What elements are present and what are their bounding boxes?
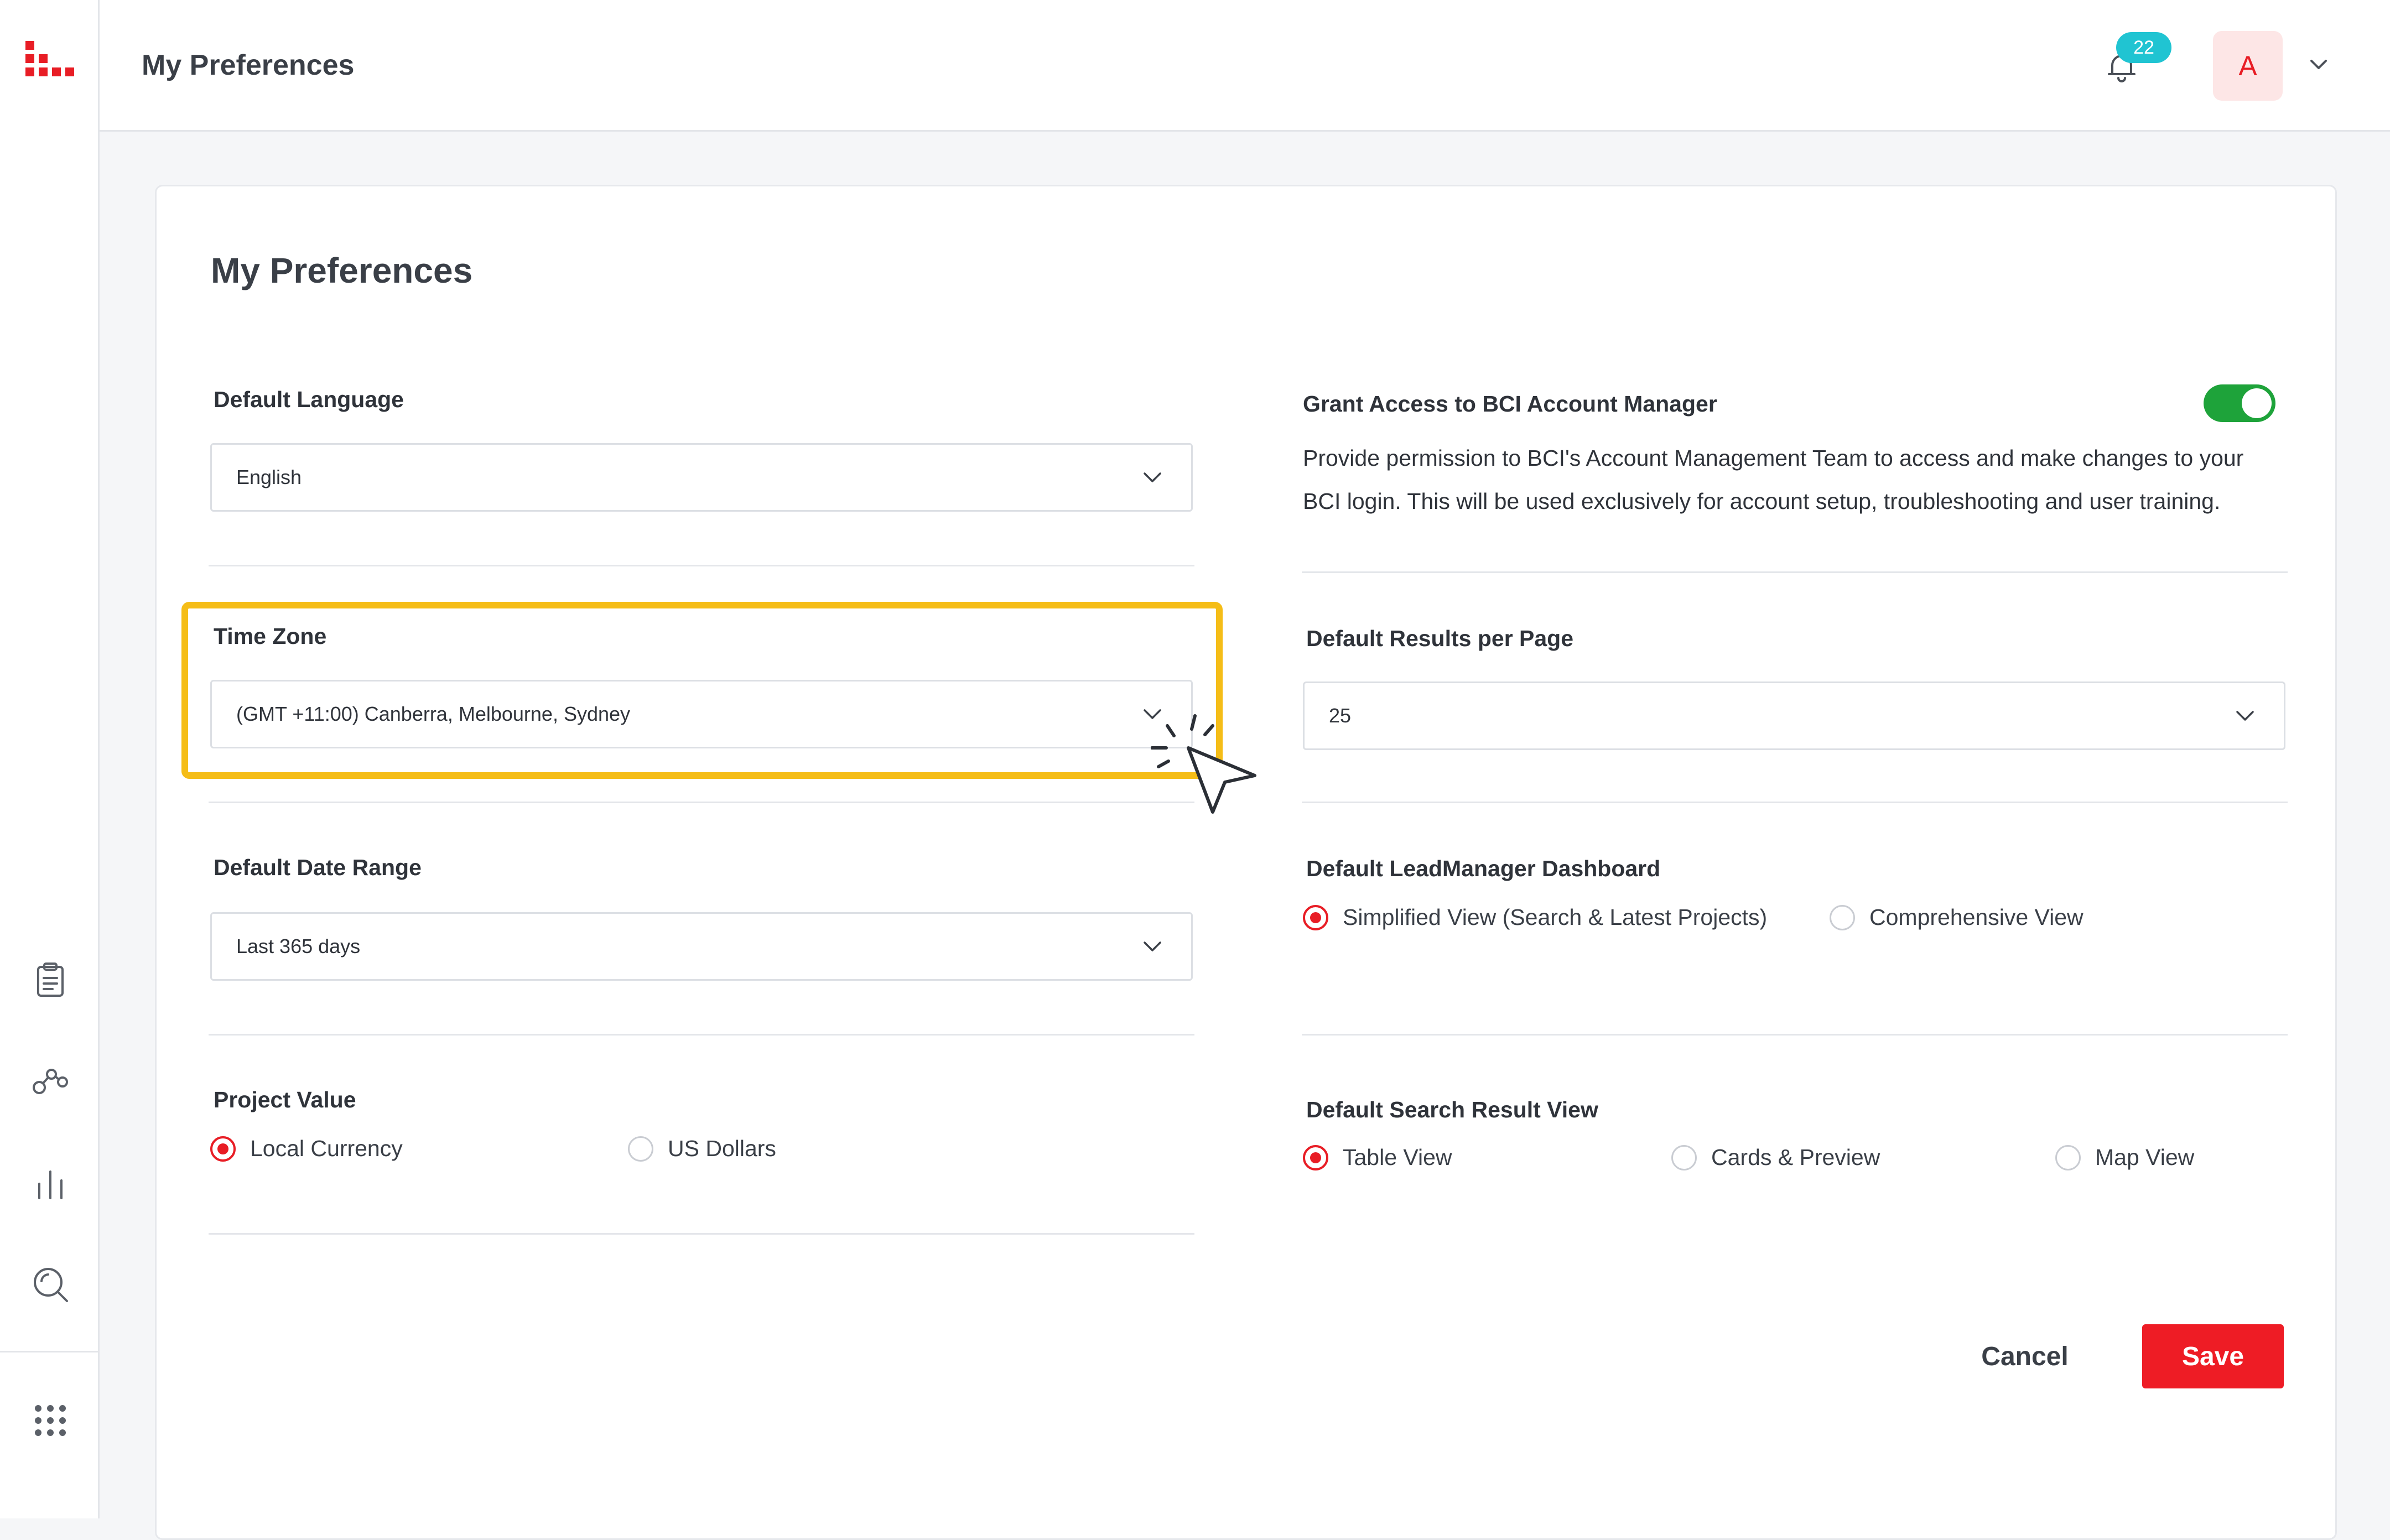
chevron-down-icon[interactable]	[2306, 52, 2331, 77]
divider	[209, 565, 1194, 566]
sidebar-divider	[0, 1351, 100, 1352]
divider	[1302, 802, 2288, 803]
radio-unselected-icon	[1830, 904, 1855, 930]
divider	[209, 1233, 1194, 1235]
clipboard-icon[interactable]	[30, 960, 70, 1000]
radio-simplified-view[interactable]: Simplified View (Search & Latest Project…	[1303, 904, 1767, 930]
default-language-select[interactable]: English	[210, 443, 1193, 512]
card-title: My Preferences	[211, 251, 473, 290]
chevron-down-icon	[1144, 472, 1161, 482]
chevron-down-icon	[2236, 711, 2254, 721]
results-per-page-value: 25	[1329, 704, 1352, 727]
time-zone-highlight	[181, 602, 1223, 779]
sidebar	[0, 0, 100, 1518]
radio-map-view[interactable]: Map View	[2055, 1144, 2194, 1170]
results-per-page-select[interactable]: 25	[1303, 681, 2285, 750]
radio-label: US Dollars	[668, 1136, 776, 1161]
save-button[interactable]: Save	[2142, 1324, 2284, 1388]
radio-selected-icon	[1303, 1144, 1328, 1170]
logo-icon[interactable]	[22, 38, 77, 87]
default-date-range-label: Default Date Range	[214, 855, 422, 880]
divider	[1302, 1034, 2288, 1036]
radio-label: Table View	[1343, 1144, 1452, 1170]
results-per-page-label: Default Results per Page	[1306, 626, 1574, 651]
grant-access-label: Grant Access to BCI Account Manager	[1303, 391, 1717, 417]
grant-access-description: Provide permission to BCI's Account Mana…	[1303, 445, 2244, 514]
radio-label: Cards & Preview	[1711, 1144, 1880, 1170]
grant-access-toggle[interactable]	[2204, 384, 2275, 422]
radio-unselected-icon	[628, 1136, 653, 1162]
divider	[209, 1034, 1194, 1036]
bar-chart-icon[interactable]	[30, 1165, 70, 1205]
network-icon[interactable]	[30, 1062, 70, 1102]
project-value-label: Project Value	[214, 1087, 356, 1112]
radio-cards-preview[interactable]: Cards & Preview	[1671, 1144, 1880, 1170]
radio-table-view[interactable]: Table View	[1303, 1144, 1452, 1170]
search-icon[interactable]	[30, 1265, 70, 1304]
default-language-value: English	[236, 466, 302, 488]
top-header: My Preferences 22 A	[100, 0, 2390, 132]
radio-label: Simplified View (Search & Latest Project…	[1343, 904, 1768, 930]
notification-badge[interactable]: 22	[2116, 32, 2171, 63]
avatar[interactable]: A	[2213, 31, 2283, 101]
radio-unselected-icon	[2055, 1144, 2081, 1170]
radio-us-dollars[interactable]: US Dollars	[628, 1136, 776, 1162]
radio-label: Map View	[2095, 1144, 2195, 1170]
radio-comprehensive-view[interactable]: Comprehensive View	[1830, 904, 2084, 930]
divider	[1302, 571, 2288, 573]
cursor-click-icon	[1151, 714, 1256, 814]
radio-unselected-icon	[1671, 1144, 1697, 1170]
dashboard-label: Default LeadManager Dashboard	[1306, 856, 1661, 881]
default-date-range-select[interactable]: Last 365 days	[210, 912, 1193, 981]
radio-selected-icon	[210, 1136, 236, 1162]
radio-label: Local Currency	[250, 1136, 403, 1161]
radio-local-currency[interactable]: Local Currency	[210, 1136, 403, 1162]
radio-label: Comprehensive View	[1869, 904, 2084, 930]
apps-grid-icon[interactable]	[30, 1401, 70, 1440]
search-result-view-label: Default Search Result View	[1306, 1097, 1598, 1122]
default-language-label: Default Language	[214, 387, 404, 412]
page-title: My Preferences	[142, 49, 355, 81]
radio-selected-icon	[1303, 904, 1328, 930]
divider	[209, 802, 1194, 803]
cancel-button[interactable]: Cancel	[1958, 1324, 2091, 1388]
chevron-down-icon	[1144, 941, 1161, 951]
default-date-range-value: Last 365 days	[236, 935, 361, 958]
